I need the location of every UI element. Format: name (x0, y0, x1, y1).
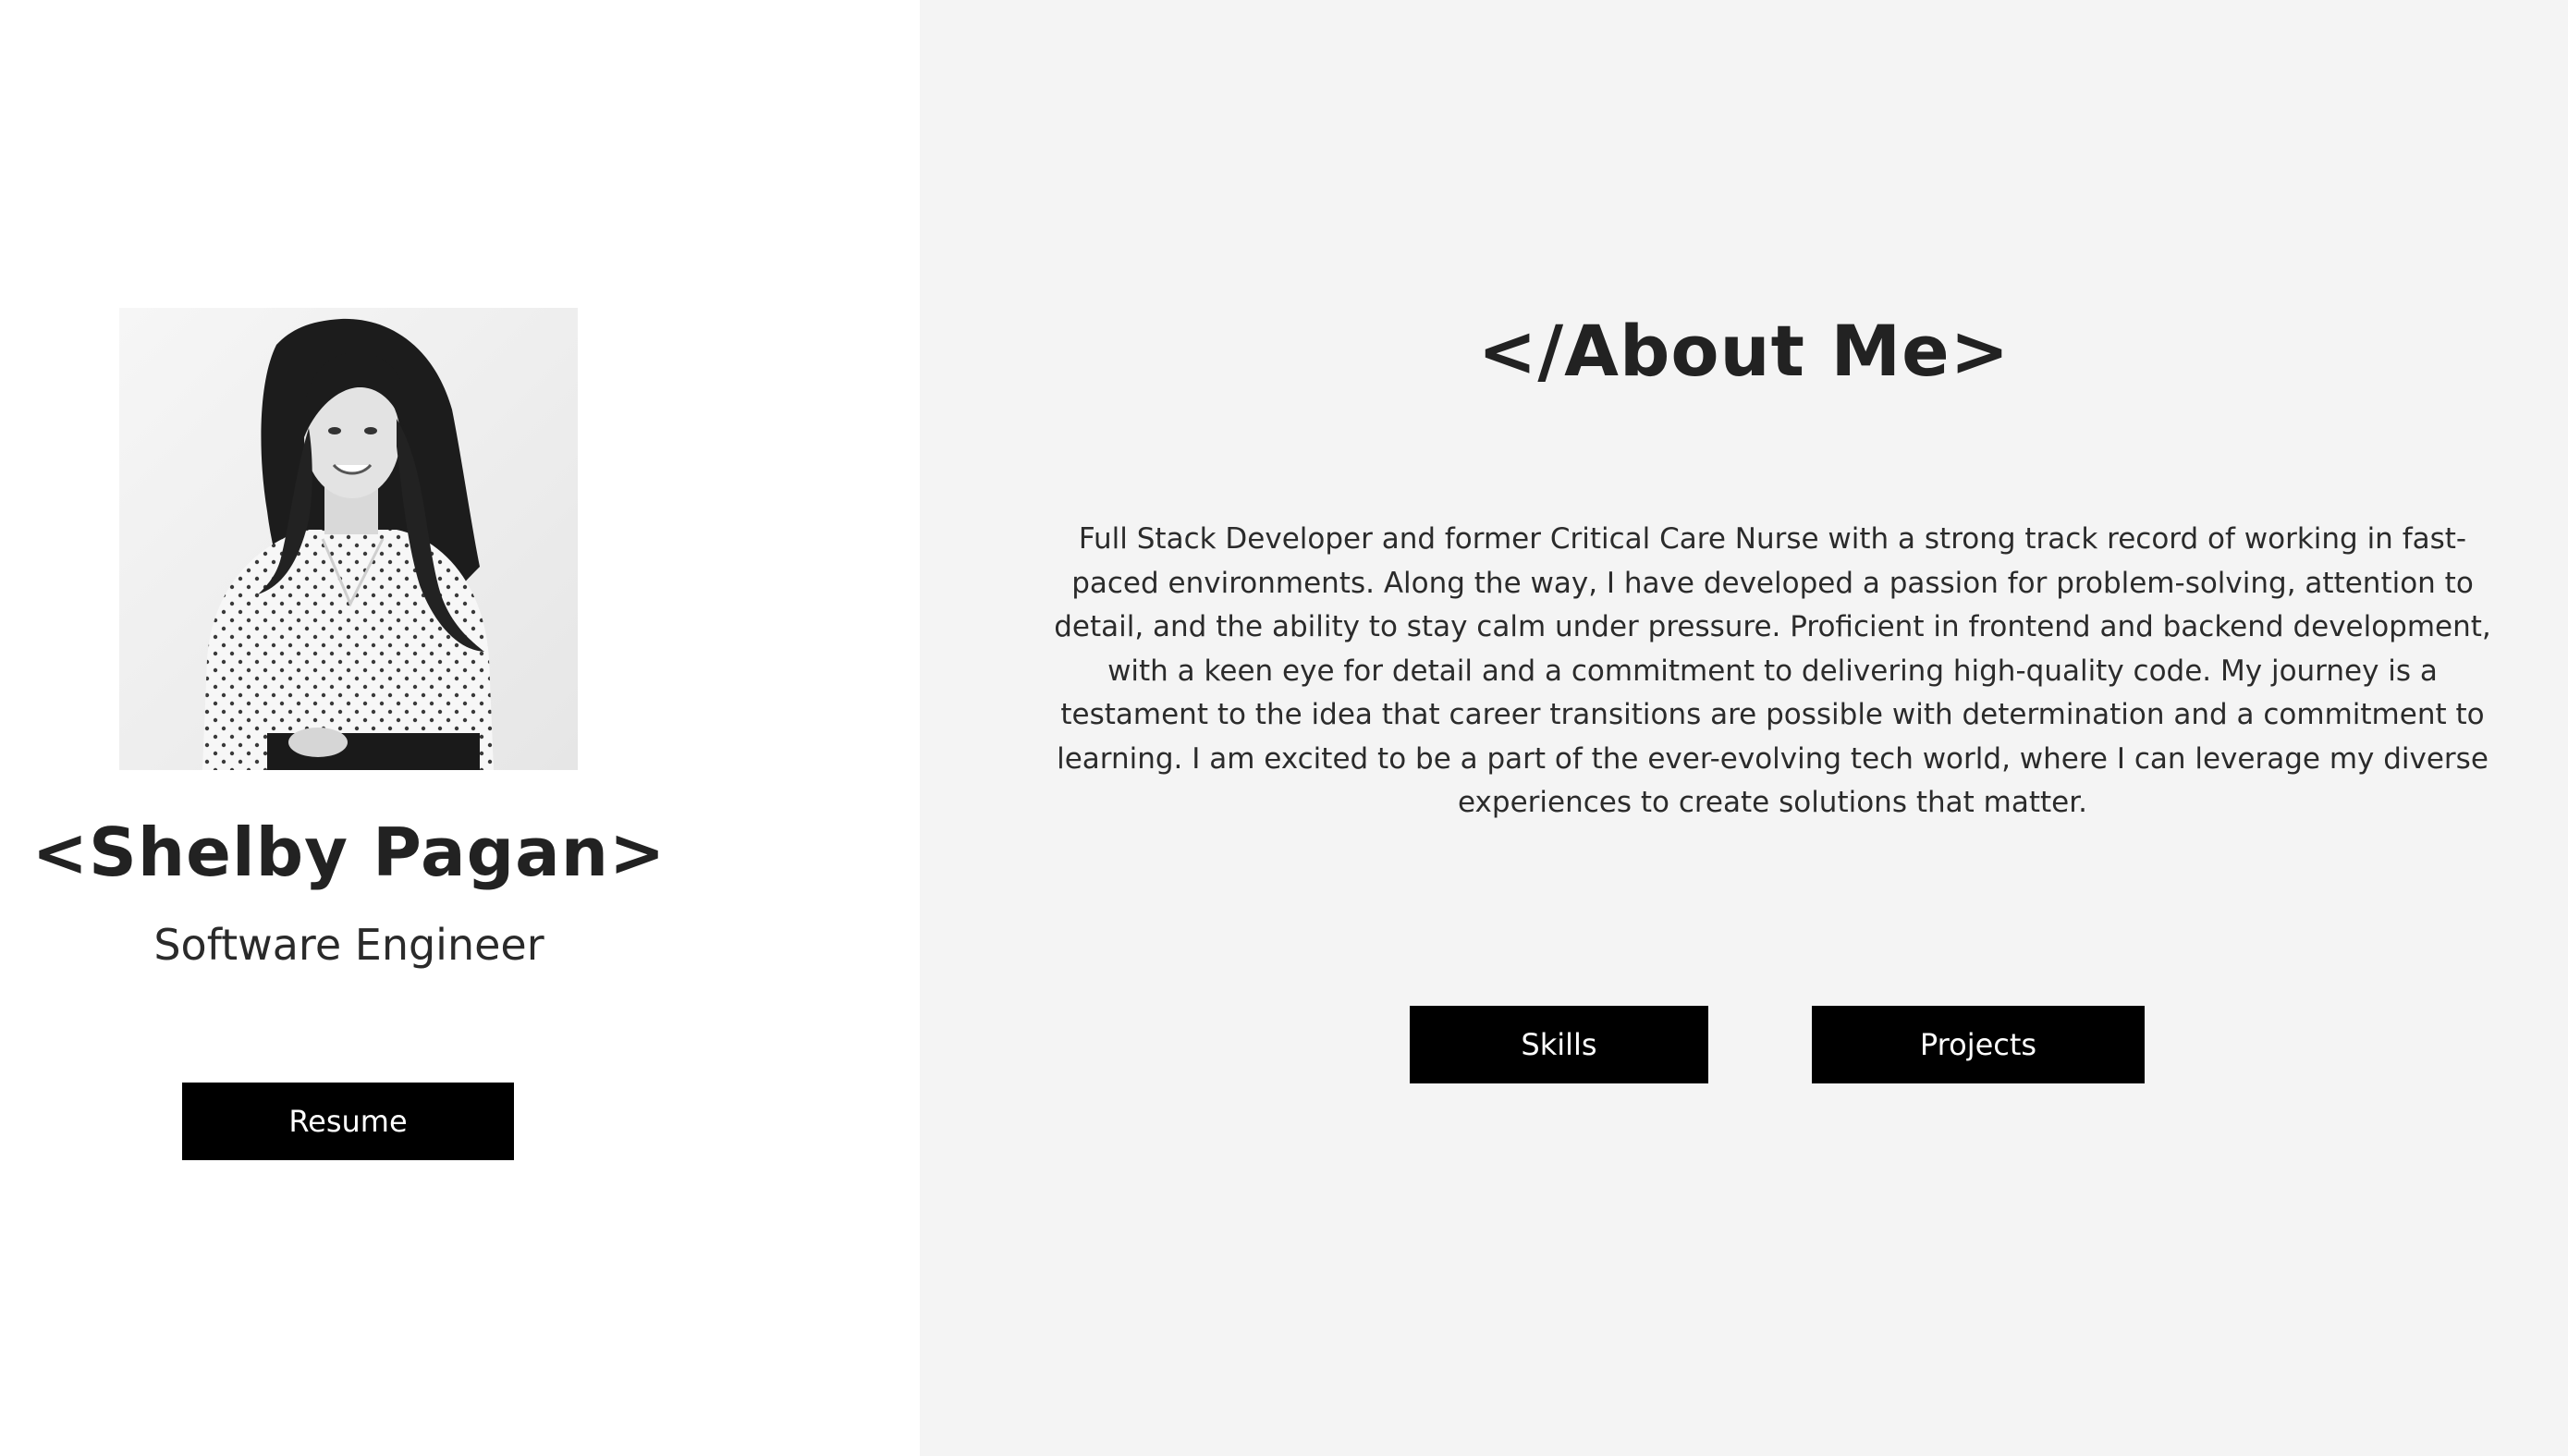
skills-button[interactable]: Skills (1410, 1006, 1708, 1083)
resume-button[interactable]: Resume (182, 1083, 514, 1160)
profile-name: <Shelby Pagan> (31, 814, 666, 891)
profile-panel: <Shelby Pagan> Software Engineer Resume (0, 0, 920, 1456)
about-description: Full Stack Developer and former Critical… (1054, 522, 2491, 819)
about-title: </About Me> (1477, 310, 2011, 392)
portrait-image (119, 308, 578, 770)
page: <Shelby Pagan> Software Engineer Resume … (0, 0, 2568, 1456)
projects-button[interactable]: Projects (1812, 1006, 2145, 1083)
about-panel: </About Me> Full Stack Developer and for… (920, 0, 2568, 1456)
profile-photo (119, 308, 578, 770)
profile-role: Software Engineer (153, 920, 544, 970)
